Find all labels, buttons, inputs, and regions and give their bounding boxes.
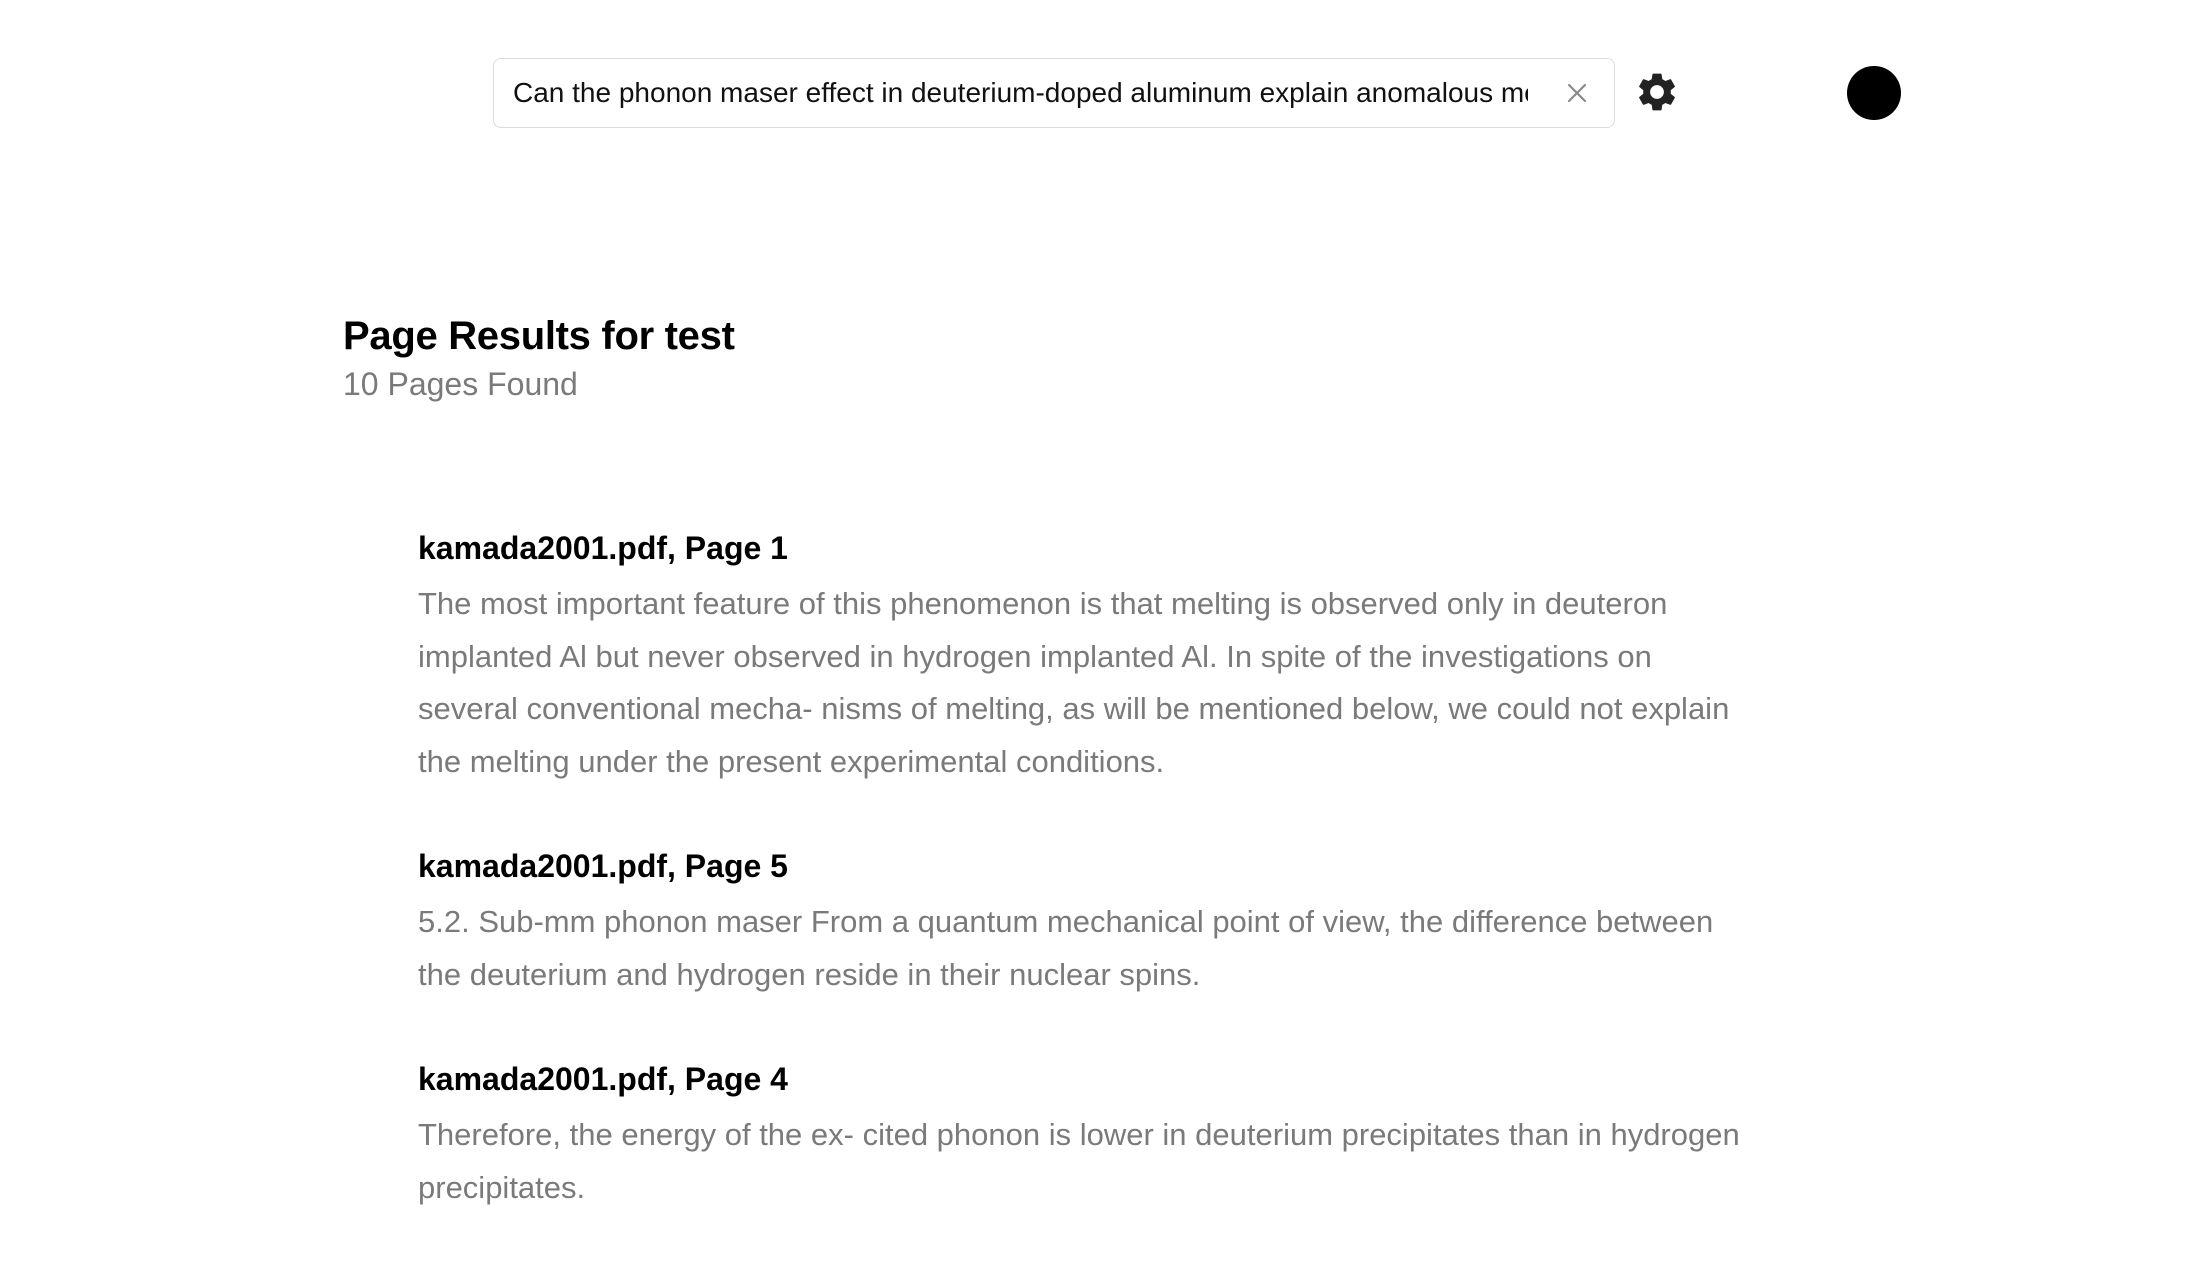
avatar[interactable] [1847,66,1901,120]
search-input[interactable] [513,77,1528,109]
result-item: kamada2001.pdf, Page 4 Therefore, the en… [418,1049,1758,1214]
result-title-link[interactable]: kamada2001.pdf, Page 5 [418,836,1758,896]
result-snippet: The most important feature of this pheno… [418,586,1730,779]
results-count: 10 Pages Found [343,366,578,402]
result-snippet: 5.2. Sub-mm phonon maser From a quantum … [418,904,1714,992]
result-title-link[interactable]: kamada2001.pdf, Page 1 [418,518,1758,578]
page-title: Page Results for test [343,314,735,358]
gear-icon [1634,69,1680,115]
result-snippet: Therefore, the energy of the ex- cited p… [418,1117,1740,1205]
close-icon[interactable] [1562,78,1592,108]
result-title-link[interactable]: kamada2001.pdf, Page 4 [418,1049,1758,1109]
search-box[interactable] [493,58,1615,128]
top-bar [0,0,2186,180]
results-header: Page Results for test 10 Pages Found [343,308,735,404]
result-item: kamada2001.pdf, Page 1 The most importan… [418,518,1758,788]
result-item: kamada2001.pdf, Page 5 5.2. Sub-mm phono… [418,836,1758,1001]
results-list: kamada2001.pdf, Page 1 The most importan… [418,518,1758,1262]
settings-button[interactable] [1632,67,1682,117]
